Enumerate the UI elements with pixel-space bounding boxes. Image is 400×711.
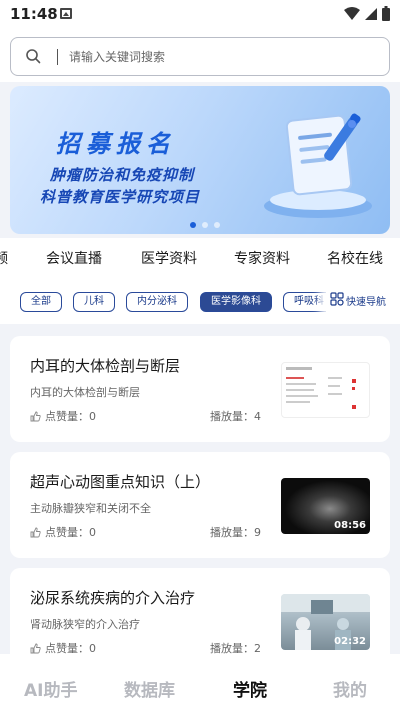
tab-conference-live[interactable]: 会议直播 xyxy=(46,248,102,268)
nav-me[interactable]: 我的 xyxy=(333,676,367,701)
category-tabs: 频 会议直播 医学资料 专家资料 名校在线 xyxy=(0,238,400,278)
tab-partial[interactable]: 频 xyxy=(0,248,8,268)
card-thumbnail[interactable] xyxy=(281,362,370,418)
status-bar: 11:48 xyxy=(0,0,400,28)
course-card[interactable]: 内耳的大体检剖与断层 内耳的大体检剖与断层 点赞量：0 播放量：4 xyxy=(10,336,390,442)
tab-expert-materials[interactable]: 专家资料 xyxy=(234,248,290,268)
video-duration: 08:56 xyxy=(334,520,366,531)
chip-endocrinology[interactable]: 内分泌科 xyxy=(126,292,188,312)
card-title: 泌尿系统疾病的介入治疗 xyxy=(30,589,196,607)
search-icon xyxy=(26,49,41,64)
card-likes[interactable]: 点赞量：0 xyxy=(30,408,96,424)
card-thumbnail[interactable]: 02:32 xyxy=(281,594,370,650)
bottom-nav: AI助手 数据库 学院 我的 xyxy=(0,654,400,711)
search-input[interactable] xyxy=(69,45,369,69)
card-thumbnail[interactable]: 08:56 xyxy=(281,478,370,534)
nav-ai-assistant[interactable]: AI助手 xyxy=(24,676,77,701)
tab-medical-materials[interactable]: 医学资料 xyxy=(141,248,197,268)
document-pen-illustration xyxy=(264,113,372,218)
banner-dot[interactable] xyxy=(190,222,196,228)
card-subtitle: 内耳的大体检剖与断层 xyxy=(30,386,140,399)
status-icons xyxy=(344,6,390,21)
card-likes-text: 点赞量：0 xyxy=(45,410,96,423)
nav-academy[interactable]: 学院 xyxy=(233,676,267,701)
card-title: 超声心动图重点知识（上） xyxy=(30,473,211,491)
video-duration: 02:32 xyxy=(334,636,366,647)
card-likes[interactable]: 点赞量：0 xyxy=(30,524,96,540)
banner-pagination xyxy=(190,222,220,228)
card-title: 内耳的大体检剖与断层 xyxy=(30,357,181,375)
course-card[interactable]: 泌尿系统疾病的介入治疗 肾动脉狭窄的介入治疗 点赞量：0 播放量：2 02:32 xyxy=(10,568,390,654)
image-notification-icon xyxy=(60,8,72,19)
tab-famous-schools-online[interactable]: 名校在线 xyxy=(327,248,383,268)
chip-pediatrics[interactable]: 儿科 xyxy=(73,292,115,312)
quick-nav-button[interactable]: 快速导航 xyxy=(326,286,400,318)
signal-icon xyxy=(365,7,377,20)
wifi-icon xyxy=(344,6,360,20)
course-feed[interactable]: 内耳的大体检剖与断层 内耳的大体检剖与断层 点赞量：0 播放量：4 超声心动图重… xyxy=(0,324,400,654)
quick-nav-label: 快速导航 xyxy=(346,297,386,308)
card-subtitle: 主动脉瓣狭窄和关闭不全 xyxy=(30,502,151,515)
banner-subtitle-line2: 科普教育医学研究项目 xyxy=(40,188,201,206)
banner-title: 招募报名 xyxy=(56,130,176,158)
search-box[interactable] xyxy=(10,37,390,76)
document-preview-image xyxy=(286,367,356,409)
banner-subtitle-line1: 肿瘤防治和免疫抑制 xyxy=(50,166,195,184)
card-likes[interactable]: 点赞量：0 xyxy=(30,640,96,654)
banner-dot[interactable] xyxy=(202,222,208,228)
thumbs-up-icon xyxy=(30,411,41,421)
card-plays: 播放量：2 xyxy=(210,642,261,654)
course-card[interactable]: 超声心动图重点知识（上） 主动脉瓣狭窄和关闭不全 点赞量：0 播放量：9 08:… xyxy=(10,452,390,558)
banner-dot[interactable] xyxy=(214,222,220,228)
card-subtitle: 肾动脉狭窄的介入治疗 xyxy=(30,618,140,631)
thumbs-up-icon xyxy=(30,643,41,653)
battery-icon xyxy=(382,6,390,21)
card-likes-text: 点赞量：0 xyxy=(45,526,96,539)
search-cursor-divider xyxy=(57,49,58,65)
chip-medical-imaging[interactable]: 医学影像科 xyxy=(200,292,272,312)
card-plays: 播放量：9 xyxy=(210,526,261,539)
status-time: 11:48 xyxy=(10,5,58,23)
promo-banner[interactable]: 招募报名 肿瘤防治和免疫抑制 科普教育医学研究项目 xyxy=(10,86,390,234)
card-plays: 播放量：4 xyxy=(210,410,261,423)
search-bar-container xyxy=(0,28,400,82)
card-likes-text: 点赞量：0 xyxy=(45,642,96,654)
nav-database[interactable]: 数据库 xyxy=(124,676,175,701)
grid-icon xyxy=(330,292,344,306)
thumbs-up-icon xyxy=(30,527,41,537)
filter-chips: 全部 儿科 内分泌科 医学影像科 呼吸科 快速导航 xyxy=(0,278,400,324)
chip-all[interactable]: 全部 xyxy=(20,292,62,312)
